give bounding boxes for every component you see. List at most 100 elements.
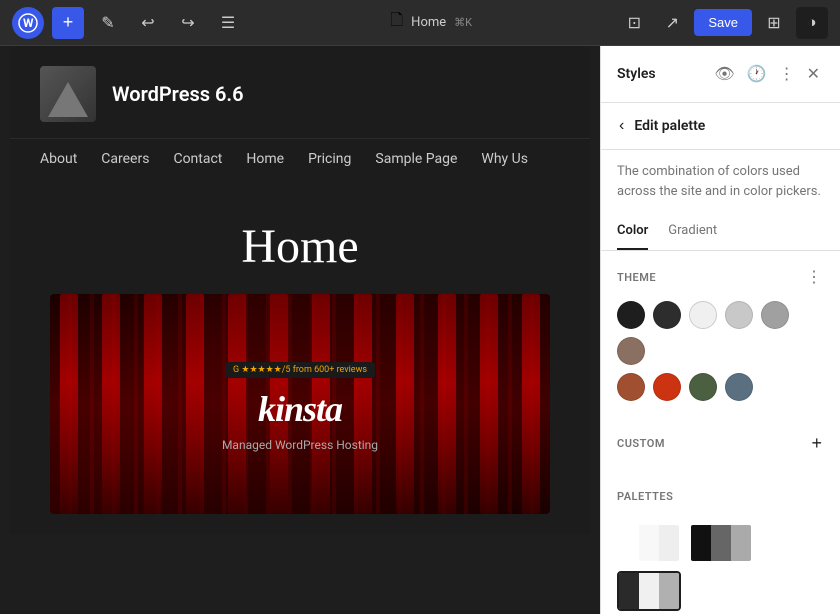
nav-contact[interactable]: Contact xyxy=(173,151,222,167)
kinsta-logo: kinsta xyxy=(222,388,378,432)
theme-section-title: THEME xyxy=(617,271,656,284)
swatch-black[interactable] xyxy=(617,301,645,329)
styles-panel: Styles 👁 🕐 ⋮ ✕ ‹ Edit palette The combin… xyxy=(600,46,840,614)
palettes-section: PALETTES xyxy=(601,476,840,523)
site-logo xyxy=(40,66,96,122)
close-button[interactable]: ✕ xyxy=(803,60,824,88)
palette-description: The combination of colors used across th… xyxy=(601,150,840,213)
page-icon: 🗋 xyxy=(390,9,403,36)
swatch-green[interactable] xyxy=(689,373,717,401)
swatch-light-gray-2[interactable] xyxy=(761,301,789,329)
toolbar-center: 🗋 Home ⌘K xyxy=(252,9,610,36)
palette-seg-2-2 xyxy=(711,525,731,561)
palette-option-selected[interactable] xyxy=(617,571,681,611)
nav-sample-page[interactable]: Sample Page xyxy=(375,151,457,167)
kinsta-banner: G ★★★★★/5 from 600+ reviews kinsta Manag… xyxy=(50,294,550,514)
kinsta-tagline: Managed WordPress Hosting xyxy=(222,438,378,452)
sidebar-toggle-button[interactable]: ⊞ xyxy=(758,7,790,39)
swatch-dark-gray[interactable] xyxy=(653,301,681,329)
site-nav: About Careers Contact Home Pricing Sampl… xyxy=(10,139,590,179)
list-view-button[interactable]: ☰ xyxy=(212,7,244,39)
palette-seg-1-3 xyxy=(659,525,679,561)
palette-option-white[interactable] xyxy=(617,523,681,563)
section-header-theme: THEME ⋮ xyxy=(617,265,824,289)
banner-col-12 xyxy=(522,294,540,514)
tab-color[interactable]: Color xyxy=(617,213,648,250)
toolbar-right: ⊡ ↗ Save ⊞ ◑ xyxy=(618,7,828,39)
theme-menu-button[interactable]: ⋮ xyxy=(804,265,824,289)
swatch-rust[interactable] xyxy=(617,373,645,401)
save-button[interactable]: Save xyxy=(694,9,752,36)
swatch-brown[interactable] xyxy=(617,337,645,365)
palette-seg-1-2 xyxy=(639,525,659,561)
panel-header-icons: 👁 🕐 ⋮ ✕ xyxy=(710,60,824,88)
banner-content: G ★★★★★/5 from 600+ reviews kinsta Manag… xyxy=(222,357,378,452)
more-options-button[interactable]: ⋮ xyxy=(775,60,799,88)
panel-title: Styles xyxy=(617,66,656,82)
page-shortcut: ⌘K xyxy=(454,16,472,29)
history-icon-button[interactable]: 🕐 xyxy=(743,60,771,88)
redo-button[interactable]: ↪ xyxy=(172,7,204,39)
eye-icon-button[interactable]: 👁 xyxy=(710,60,738,88)
custom-section-title: CUSTOM xyxy=(617,437,665,450)
canvas-inner: WordPress 6.6 About Careers Contact Home… xyxy=(10,46,590,534)
custom-section: CUSTOM + xyxy=(601,417,840,476)
draw-tool-button[interactable]: ✎ xyxy=(92,7,124,39)
svg-text:W: W xyxy=(23,16,34,30)
preview-button[interactable]: ⊡ xyxy=(618,7,650,39)
dark-mode-button[interactable]: ◑ xyxy=(796,7,828,39)
palette-seg-3-3 xyxy=(659,573,679,609)
theme-section: THEME ⋮ xyxy=(601,251,840,417)
banner-col-2 xyxy=(102,294,120,514)
g2-badge: G ★★★★★/5 from 600+ reviews xyxy=(225,362,375,378)
palette-seg-3-2 xyxy=(639,573,659,609)
banner-col-10 xyxy=(438,294,456,514)
logo-triangle xyxy=(48,82,88,117)
g2-text: ★★★★★/5 from 600+ reviews xyxy=(241,365,367,375)
section-header-custom: CUSTOM + xyxy=(617,431,824,456)
banner-col-11 xyxy=(480,294,498,514)
theme-swatches-row-2 xyxy=(617,373,824,401)
undo-button[interactable]: ↩ xyxy=(132,7,164,39)
swatch-blue-gray[interactable] xyxy=(725,373,753,401)
main-area: WordPress 6.6 About Careers Contact Home… xyxy=(0,46,840,614)
toolbar: W + ✎ ↩ ↪ ☰ 🗋 Home ⌘K ⊡ ↗ Save ⊞ ◑ xyxy=(0,0,840,46)
banner-col-4 xyxy=(186,294,204,514)
palettes-section-title: PALETTES xyxy=(617,490,673,503)
nav-home[interactable]: Home xyxy=(246,151,284,167)
banner-col-3 xyxy=(144,294,162,514)
site-title: WordPress 6.6 xyxy=(112,82,244,106)
canvas: WordPress 6.6 About Careers Contact Home… xyxy=(0,46,600,614)
palette-seg-2-1 xyxy=(691,525,711,561)
wp-icon[interactable]: W xyxy=(12,7,44,39)
palette-seg-2-3 xyxy=(731,525,751,561)
tabs-container: Color Gradient xyxy=(601,213,840,251)
swatch-red[interactable] xyxy=(653,373,681,401)
external-link-button[interactable]: ↗ xyxy=(656,7,688,39)
theme-swatches-row-1 xyxy=(617,301,824,365)
page-content: Home xyxy=(10,179,590,534)
nav-about[interactable]: About xyxy=(40,151,77,167)
edit-palette-header: ‹ Edit palette xyxy=(601,103,840,150)
swatch-light-gray-1[interactable] xyxy=(725,301,753,329)
palette-seg-3-1 xyxy=(619,573,639,609)
page-label: Home xyxy=(411,15,446,30)
nav-pricing[interactable]: Pricing xyxy=(308,151,351,167)
palettes-row xyxy=(601,523,840,614)
section-header-palettes: PALETTES xyxy=(617,490,824,503)
site-header: WordPress 6.6 xyxy=(10,46,590,139)
add-block-button[interactable]: + xyxy=(52,7,84,39)
edit-palette-title: Edit palette xyxy=(634,118,705,134)
banner-col-1 xyxy=(60,294,78,514)
tab-gradient[interactable]: Gradient xyxy=(668,213,717,250)
back-button[interactable]: ‹ xyxy=(617,115,626,137)
page-title: Home xyxy=(241,219,358,274)
banner-col-9 xyxy=(396,294,414,514)
palette-seg-1-1 xyxy=(619,525,639,561)
palette-option-dark[interactable] xyxy=(689,523,753,563)
add-custom-color-button[interactable]: + xyxy=(809,431,824,456)
panel-header: Styles 👁 🕐 ⋮ ✕ xyxy=(601,46,840,103)
swatch-white[interactable] xyxy=(689,301,717,329)
nav-why-us[interactable]: Why Us xyxy=(481,151,528,167)
nav-careers[interactable]: Careers xyxy=(101,151,149,167)
